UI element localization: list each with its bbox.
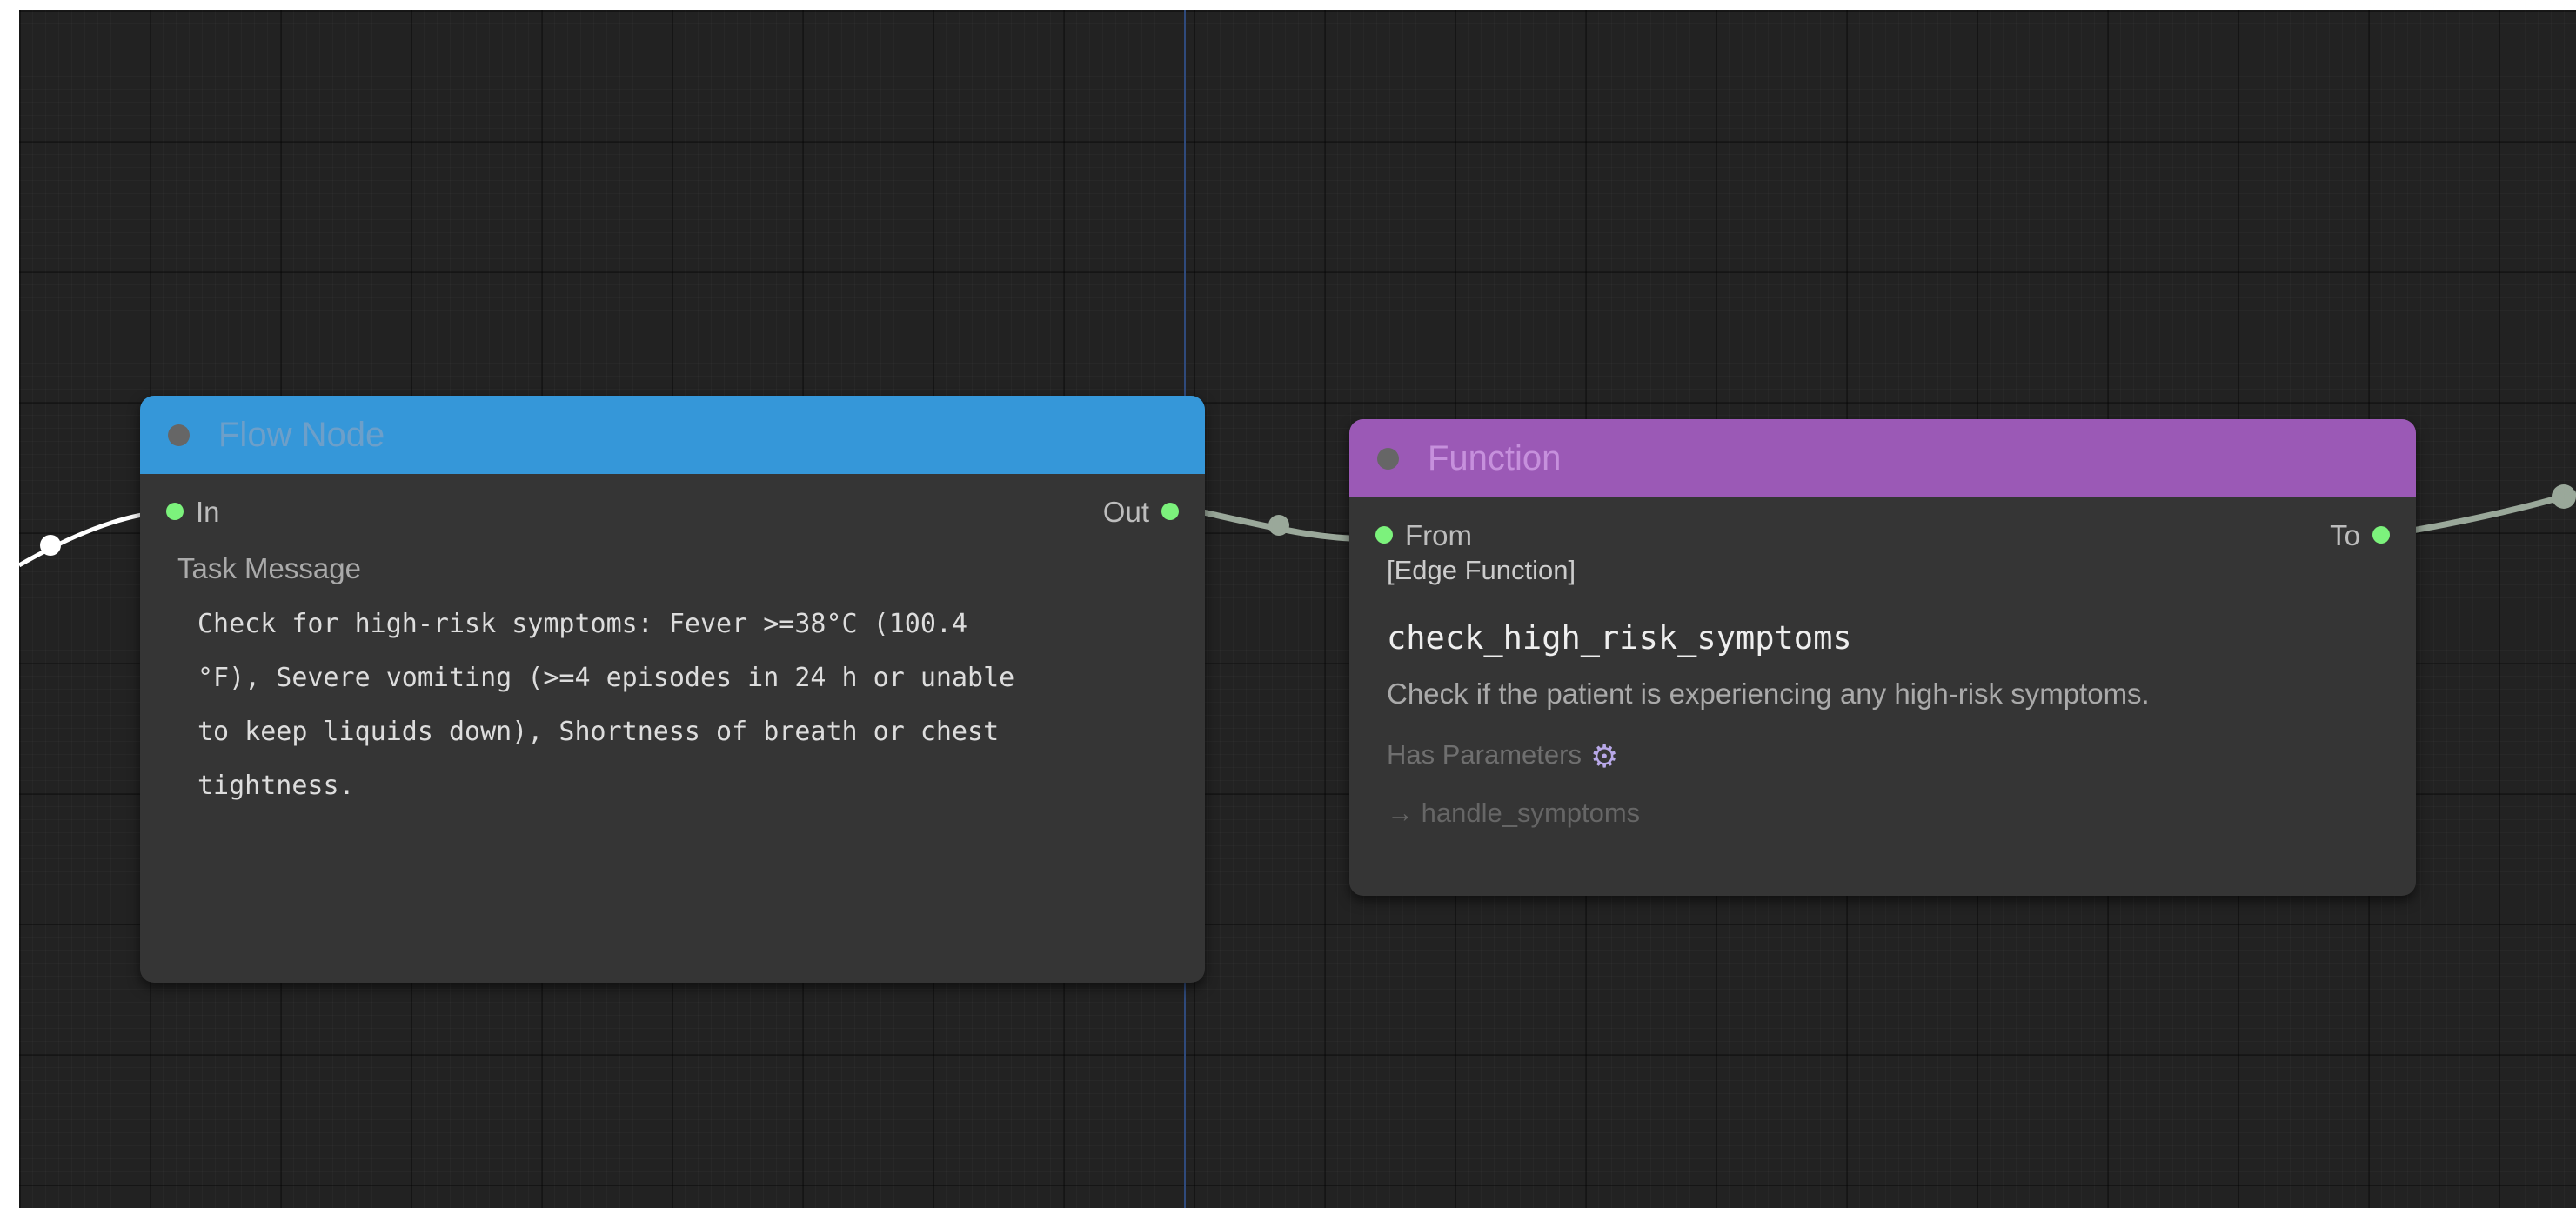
function-name: check_high_risk_symptoms (1387, 619, 1852, 657)
input-slot-label: From (1405, 519, 1472, 551)
input-slot-label: In (196, 496, 220, 528)
input-slot-from[interactable]: From (1375, 517, 1472, 555)
task-message-text[interactable]: Check for high-risk symptoms: Fever >=38… (197, 597, 1170, 813)
collapse-dot-icon[interactable] (1377, 448, 1399, 470)
input-connector-icon[interactable] (1375, 526, 1393, 544)
output-slot-label: To (2330, 519, 2360, 551)
link-incoming[interactable] (19, 512, 143, 568)
transition-target: → handle_symptoms (1387, 798, 1641, 828)
edge-function-tag: [Edge Function] (1387, 555, 1576, 585)
output-connector-icon[interactable] (1161, 503, 1179, 521)
has-parameters-label: Has Parameters (1387, 739, 1582, 771)
output-slot-to[interactable]: To (2330, 517, 2390, 555)
link-flow-to-function-midpoint[interactable] (1268, 515, 1289, 536)
input-connector-icon[interactable] (166, 503, 184, 521)
flow-node-slots: In Out (140, 493, 1205, 531)
flow-node-header[interactable]: Flow Node (140, 396, 1205, 474)
function-node-title: Function (1428, 439, 1562, 477)
graph-canvas[interactable]: Flow Node In Out Task Message Check for … (19, 10, 2576, 1208)
input-slot-in[interactable]: In (166, 493, 220, 531)
function-node-header[interactable]: Function (1349, 419, 2416, 497)
output-connector-icon[interactable] (2372, 526, 2390, 544)
link-outgoing-endpoint[interactable] (2552, 484, 2576, 509)
function-description: Check if the patient is experiencing any… (1387, 677, 2150, 710)
task-message-label: Task Message (177, 552, 361, 584)
gear-icon: ⚙ (1589, 738, 1619, 774)
function-node-slots: From To (1349, 517, 2416, 555)
has-parameters: Has Parameters ⚙ (1387, 738, 2416, 775)
flow-node-title: Flow Node (218, 416, 385, 454)
collapse-dot-icon[interactable] (168, 424, 190, 446)
function-node[interactable]: Function From To [Edge Function] check_h… (1349, 419, 2416, 896)
flow-node[interactable]: Flow Node In Out Task Message Check for … (140, 396, 1205, 983)
link-incoming-midpoint[interactable] (40, 535, 61, 556)
output-slot-label: Out (1102, 496, 1149, 528)
output-slot-out[interactable]: Out (1103, 493, 1179, 531)
